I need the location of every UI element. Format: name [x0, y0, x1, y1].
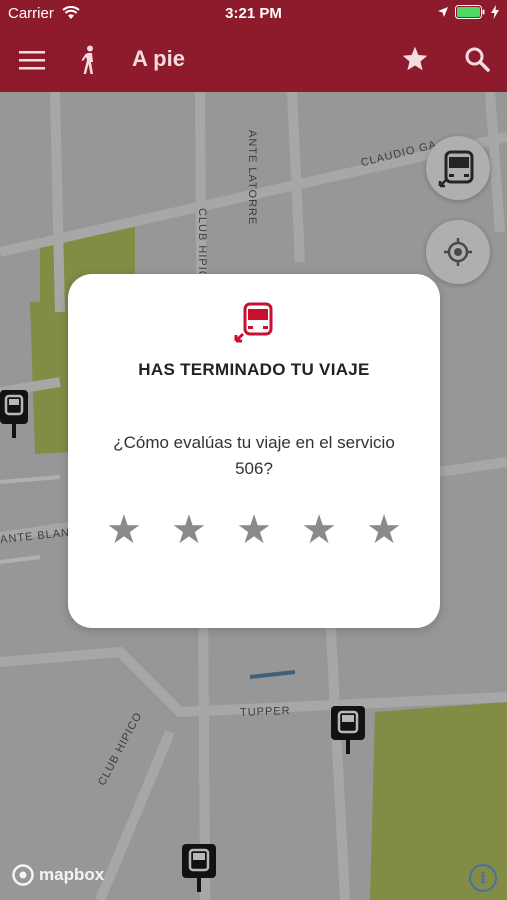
- rating-star-2[interactable]: ★: [171, 510, 207, 550]
- favorites-button[interactable]: [400, 44, 430, 74]
- trip-rating-dialog: HAS TERMINADO TU VIAJE ¿Cómo evalúas tu …: [68, 274, 440, 628]
- rating-star-5[interactable]: ★: [366, 510, 402, 550]
- status-bar: Carrier 3:21 PM: [0, 0, 507, 28]
- charging-bolt-icon: [491, 5, 499, 19]
- walking-person-icon: [81, 45, 93, 74]
- hamburger-menu-icon: [19, 51, 45, 70]
- rating-question: ¿Cómo evalúas tu viaje en el servicio 50…: [113, 433, 395, 478]
- battery-icon: [455, 5, 485, 19]
- star-rating: ★ ★ ★ ★ ★: [106, 510, 402, 550]
- location-arrow-icon: [438, 7, 448, 17]
- nav-bar: A pie: [0, 28, 507, 92]
- clock: 3:21 PM: [225, 5, 282, 22]
- search-button[interactable]: [462, 44, 492, 74]
- star-icon: [402, 46, 428, 71]
- mapbox-label: mapbox: [39, 865, 105, 884]
- walking-mode-indicator: [78, 44, 100, 76]
- page-title: A pie: [132, 46, 185, 71]
- info-icon: i: [480, 869, 486, 887]
- rating-star-4[interactable]: ★: [301, 510, 337, 550]
- menu-button[interactable]: [16, 46, 48, 74]
- bus-trip-end-icon: [234, 302, 273, 343]
- search-icon: [465, 47, 490, 72]
- rating-star-3[interactable]: ★: [236, 510, 272, 550]
- rating-star-1[interactable]: ★: [106, 510, 142, 550]
- dialog-title: HAS TERMINADO TU VIAJE: [138, 360, 370, 379]
- mapbox-attribution[interactable]: mapbox: [12, 864, 104, 886]
- status-right-group: [437, 5, 499, 19]
- map-info-button[interactable]: i: [469, 864, 497, 892]
- mapbox-logo-icon: [12, 864, 34, 886]
